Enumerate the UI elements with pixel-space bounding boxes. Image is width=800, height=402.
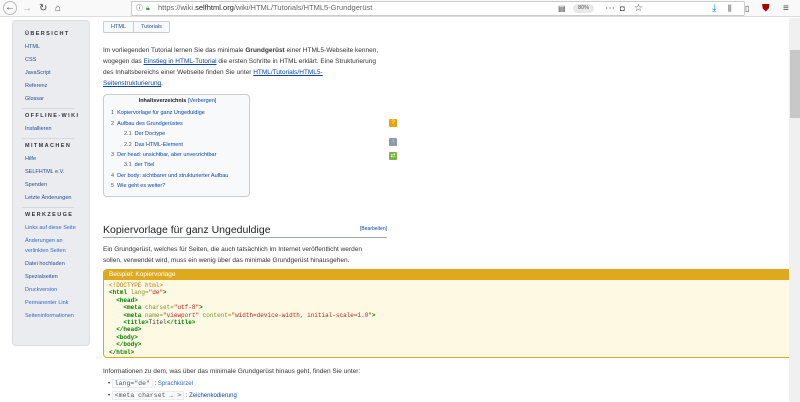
- reader-view-icon[interactable]: ▤: [558, 0, 566, 17]
- toc-title: Inhaltsverzeichnis: [138, 98, 187, 104]
- breadcrumb-tutorials[interactable]: Tutorials: [132, 22, 169, 32]
- edit-link[interactable]: [Bearbeiten]: [360, 226, 387, 232]
- sidebar-item-links[interactable]: Links auf diese Seite: [25, 225, 76, 231]
- section-paragraph: Ein Grundgerüst, welches für Seiten, die…: [103, 246, 362, 264]
- sidebar-item-aenderungen-2[interactable]: verlinkten Seiten: [25, 248, 66, 254]
- toc-item[interactable]: 1 Kopiervorlage für ganz Ungeduldige: [111, 110, 205, 116]
- sidebar-item-css[interactable]: CSS: [25, 57, 36, 63]
- reload-icon[interactable]: ↻: [39, 0, 47, 17]
- library-icon[interactable]: ⫼: [728, 0, 732, 17]
- example-title: Beispiel: Kopiervorlage: [104, 270, 792, 280]
- browser-toolbar: ← → ↻ ⌂ ⓘ 🔒︎ https://wiki.selfhtml.org/w…: [0, 0, 800, 17]
- toc-item[interactable]: 2.1 Der Doctype: [124, 131, 165, 137]
- list-item: • <meta charset … > : Zeichenkodierung: [108, 391, 237, 400]
- code-block: <!DOCTYPE html> <html lang="de"> <head> …: [109, 282, 376, 356]
- back-icon[interactable]: ←: [3, 1, 17, 15]
- sidebar-item-referenz[interactable]: Referenz: [25, 83, 47, 89]
- sidebar-heading-mitmachen: MITMACHEN: [25, 143, 72, 149]
- zoom-indicator[interactable]: 80%: [573, 4, 594, 13]
- sidebar-item-javascript[interactable]: JavaScript: [25, 70, 51, 76]
- addon-shield-icon[interactable]: ⛊: [762, 0, 770, 17]
- forward-icon[interactable]: →: [22, 0, 32, 17]
- sidebar-item-hilfe[interactable]: Hilfe: [25, 156, 36, 162]
- sidebar-heading-offline: OFFLINE-WIKI: [25, 113, 80, 119]
- seitenstrukturierung-link-2[interactable]: Seitenstrukturierung: [103, 80, 161, 87]
- sidebar-item-glossar[interactable]: Glossar: [25, 96, 44, 102]
- sidebar-item-druckversion[interactable]: Druckversion: [25, 287, 57, 293]
- switch-icon[interactable]: ⇄: [389, 152, 397, 160]
- sidebar-item-spenden[interactable]: Spenden: [25, 182, 47, 188]
- sidebar-item-html[interactable]: HTML: [25, 44, 40, 50]
- sidebar-heading-overview: ÜBERSICHT: [25, 31, 70, 37]
- toc-item[interactable]: 3 Der head: unsichtbar, aber unverzichtba…: [111, 152, 216, 158]
- lock-icon: 🔒︎: [146, 5, 150, 12]
- download-icon[interactable]: ⤓: [712, 0, 716, 17]
- divider: [22, 207, 74, 208]
- sidebar-heading-werkzeuge: WERKZEUGE: [25, 212, 74, 218]
- info-text: Informationen zu dem, was über das minim…: [103, 368, 361, 375]
- toc-item[interactable]: 2 Aufbau des Grundgerüstes: [111, 121, 183, 127]
- list-item: • lang="de" : Sprachkürzel: [108, 379, 193, 388]
- toc-item[interactable]: 2.2 Das HTML-Element: [124, 142, 183, 148]
- help-icon[interactable]: ?: [389, 119, 397, 127]
- home-icon[interactable]: ⌂: [55, 0, 61, 17]
- info-icon[interactable]: ⓘ: [136, 0, 143, 17]
- sidebar-toggle-icon[interactable]: ▯: [745, 0, 749, 17]
- seitenstrukturierung-link[interactable]: HTML/Tutorials/HTML5-: [253, 69, 322, 76]
- breadcrumb: HTML Tutorials: [103, 21, 170, 33]
- example-box: Beispiel: Kopiervorlage <!DOCTYPE html> …: [103, 269, 793, 358]
- menu-icon[interactable]: ≡: [783, 0, 789, 17]
- more-actions-icon[interactable]: ⋯: [605, 0, 615, 17]
- breadcrumb-html[interactable]: HTML: [104, 22, 133, 32]
- sidebar: [12, 20, 90, 346]
- sidebar-item-installieren[interactable]: Installieren: [25, 126, 52, 132]
- table-of-contents: Inhaltsverzeichnis [Verbergen] 1 Kopiervo…: [103, 94, 250, 197]
- sidebar-item-letzte-aenderungen[interactable]: Letzte Änderungen: [25, 195, 71, 201]
- sprachkuerzel-link[interactable]: Sprachkürzel: [158, 381, 193, 387]
- sidebar-item-permanenter-link[interactable]: Permanenter Link: [25, 300, 68, 306]
- toc-toggle[interactable]: [Verbergen]: [188, 98, 216, 104]
- scrollbar-thumb[interactable]: [790, 50, 800, 118]
- einstieg-link[interactable]: Einstieg in HTML-Tutorial: [143, 58, 216, 65]
- zeichenkodierung-link[interactable]: Zeichenkodierung: [189, 393, 237, 399]
- intro-paragraph: Im vorliegenden Tutorial lernen Sie das …: [103, 47, 379, 87]
- pocket-icon[interactable]: ◘: [620, 0, 625, 17]
- url-text[interactable]: https://wiki.selfhtml.org/wiki/HTML/Tuto…: [158, 3, 372, 12]
- sidebar-item-seiteninformationen[interactable]: Seiteninformationen: [25, 313, 74, 319]
- section-heading: Kopiervorlage für ganz Ungeduldige [Bearb…: [103, 224, 387, 238]
- bookmark-star-icon[interactable]: ☆: [634, 0, 643, 17]
- sidebar-item-spezialseiten[interactable]: Spezialseiten: [25, 274, 58, 280]
- sidebar-item-selfhtml-ev[interactable]: SELFHTML e.V.: [25, 169, 64, 175]
- toc-item[interactable]: 3.1 der Titel: [124, 162, 154, 168]
- scroll-top-icon[interactable]: ↑: [389, 138, 397, 146]
- toc-item[interactable]: 5 Wie geht es weiter?: [111, 183, 165, 189]
- divider: [22, 108, 74, 109]
- divider: [22, 138, 74, 139]
- sidebar-item-datei-hochladen[interactable]: Datei hochladen: [25, 261, 65, 267]
- toc-item[interactable]: 4 Der body: sichtbarer und strukturierter…: [111, 173, 228, 179]
- sidebar-item-aenderungen[interactable]: Änderungen an: [25, 238, 63, 244]
